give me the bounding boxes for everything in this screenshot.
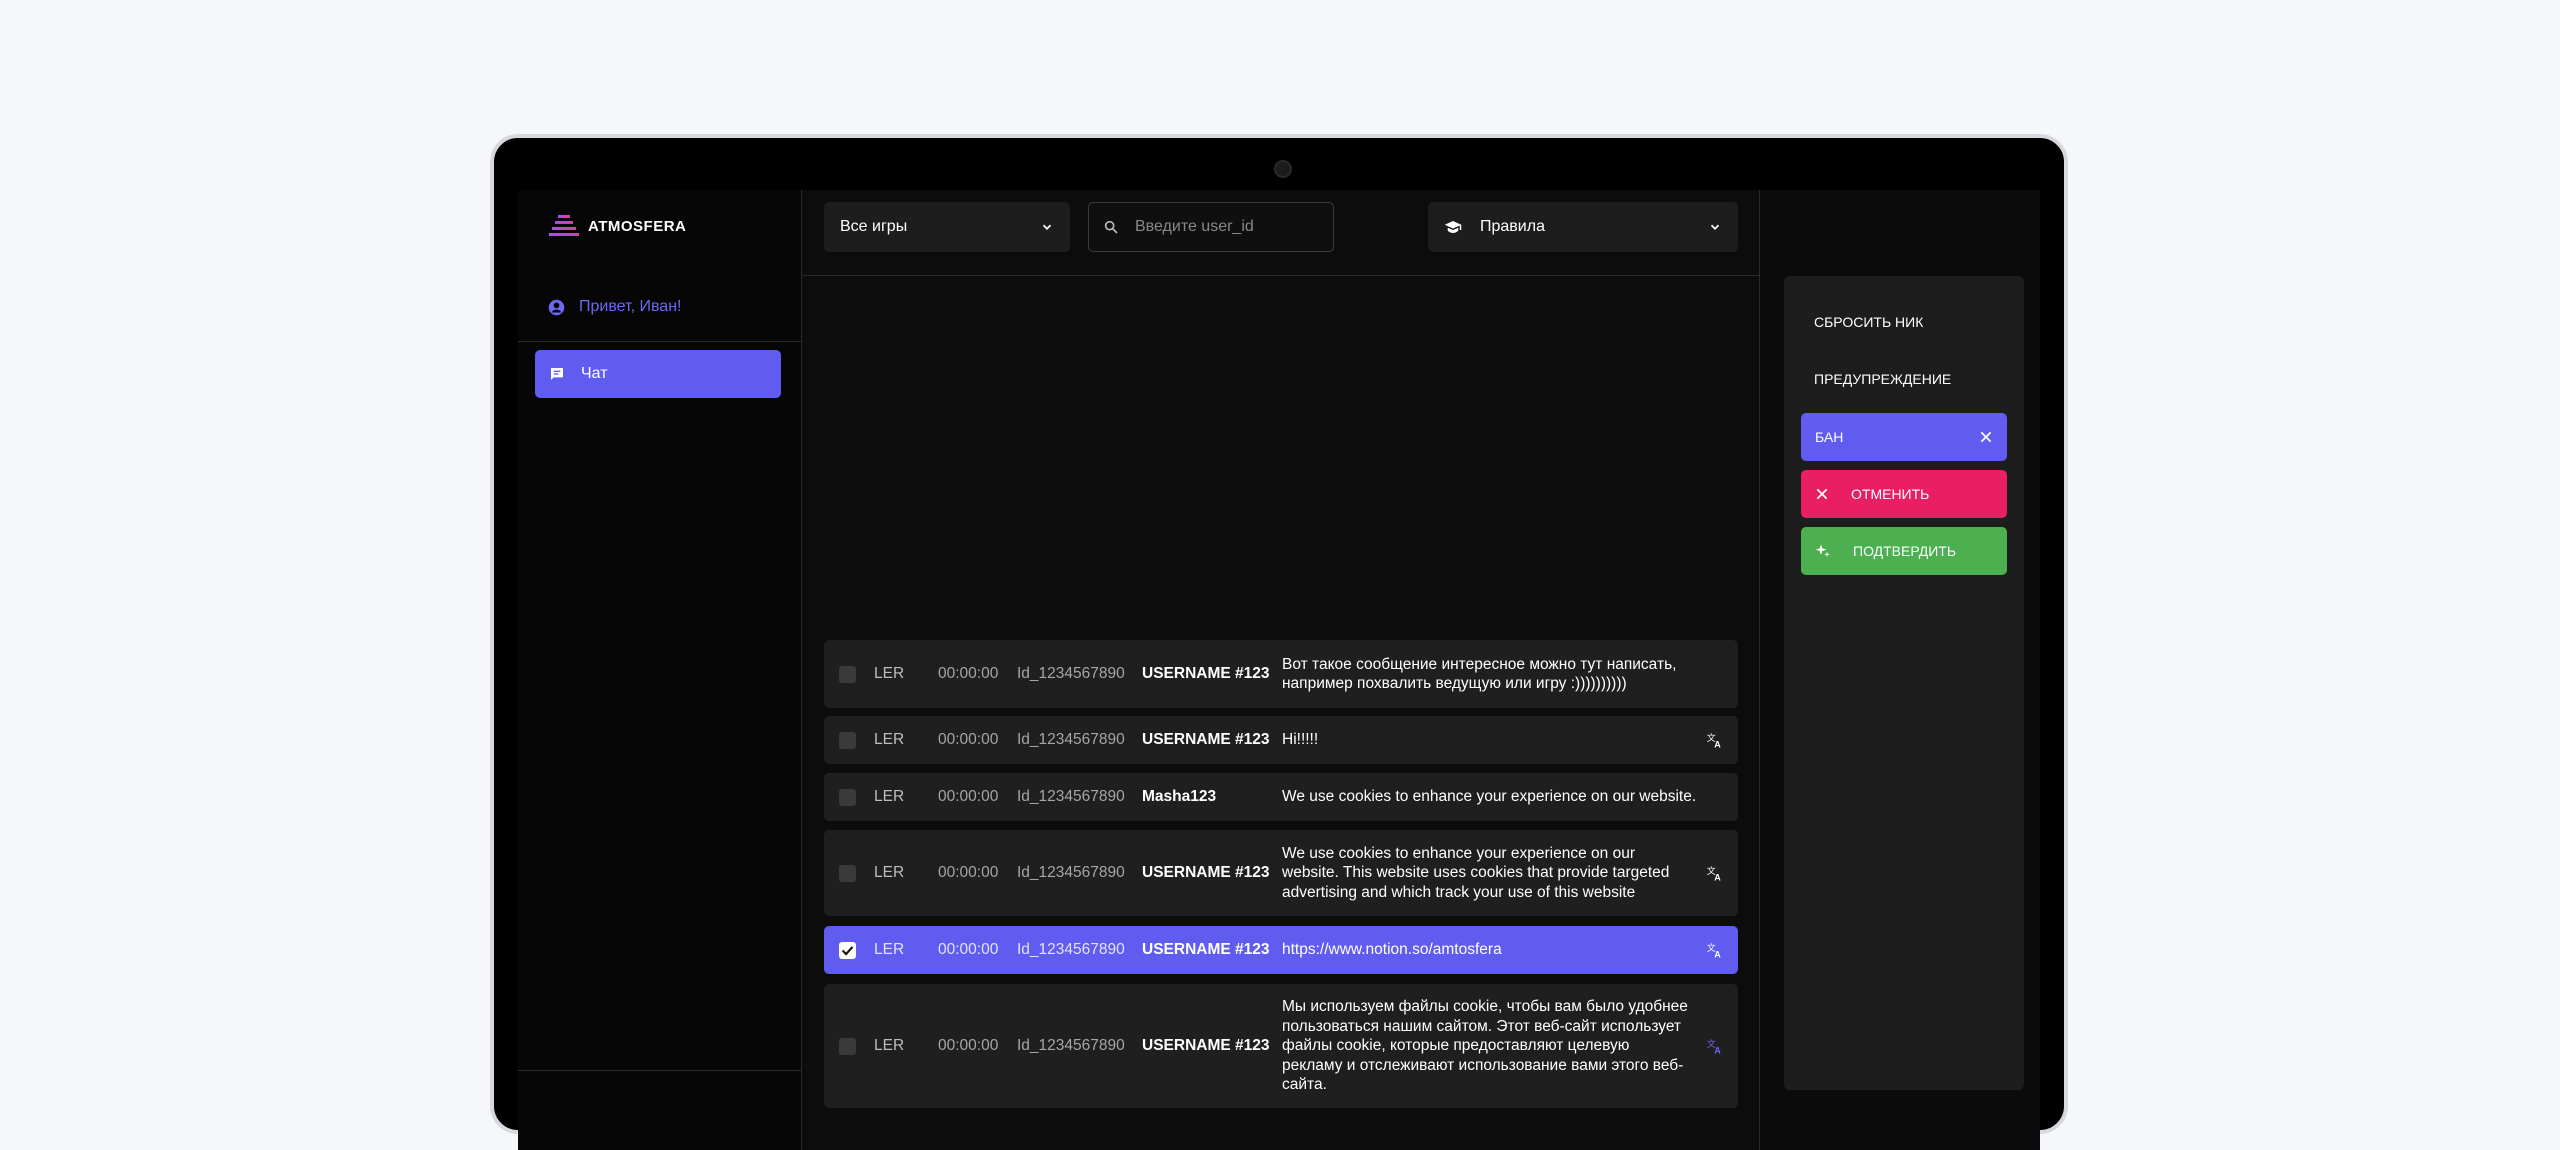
search-icon xyxy=(1104,220,1118,234)
row-checkbox[interactable] xyxy=(839,788,856,806)
games-select[interactable]: Все игры xyxy=(824,202,1070,252)
svg-text:A: A xyxy=(1714,873,1721,883)
translate-icon[interactable]: 文A xyxy=(1704,1035,1726,1057)
chat-main: Все игры Правила LER 00:00:00 Id_12 xyxy=(802,190,1760,1150)
message-user-id: Id_1234567890 xyxy=(1017,864,1125,881)
row-checkbox-checked[interactable] xyxy=(839,941,856,959)
message-time: 00:00:00 xyxy=(938,665,999,682)
reset-nick-action[interactable]: СБРОСИТЬ НИК xyxy=(1814,314,1923,330)
row-checkbox[interactable] xyxy=(839,1037,856,1055)
message-tag: LER xyxy=(874,864,905,881)
close-icon xyxy=(1816,488,1828,500)
row-checkbox[interactable] xyxy=(839,731,856,749)
chat-icon xyxy=(551,368,563,380)
message-user-id: Id_1234567890 xyxy=(1017,731,1125,748)
ban-label: БАН xyxy=(1815,429,1844,445)
confirm-label: ПОДТВЕРДИТЬ xyxy=(1853,543,1957,559)
message-tag: LER xyxy=(874,1037,905,1054)
message-time: 00:00:00 xyxy=(938,864,999,881)
message-row[interactable]: LER 00:00:00 Id_1234567890 USERNAME #123… xyxy=(824,716,1738,764)
sidebar-divider xyxy=(518,341,802,342)
chevron-down-icon xyxy=(1042,224,1052,230)
message-text: Вот такое сообщение интересное можно тут… xyxy=(1282,655,1677,693)
message-user-id: Id_1234567890 xyxy=(1017,941,1125,958)
moderation-panel: СБРОСИТЬ НИК ПРЕДУПРЕЖДЕНИЕ БАН ОТМЕНИТЬ… xyxy=(1784,276,2024,1090)
laptop-frame: ATMOSFERA Привет, Иван! Чат Все игры Вве… xyxy=(490,134,2068,1150)
user-greeting[interactable]: Привет, Иван! xyxy=(548,298,681,316)
games-select-value: Все игры xyxy=(840,218,908,235)
translate-icon[interactable]: 文A xyxy=(1704,729,1726,751)
check-icon xyxy=(841,945,854,956)
ban-button[interactable]: БАН xyxy=(1801,413,2007,461)
message-row[interactable]: LER 00:00:00 Id_1234567890 Masha123 We u… xyxy=(824,773,1738,821)
sidebar: ATMOSFERA Привет, Иван! Чат xyxy=(518,190,802,1150)
svg-text:A: A xyxy=(1714,1046,1721,1056)
message-row[interactable]: LER 00:00:00 Id_1234567890 USERNAME #123… xyxy=(824,984,1738,1108)
message-username[interactable]: USERNAME #123 xyxy=(1142,665,1270,683)
message-row[interactable]: LER 00:00:00 Id_1234567890 USERNAME #123… xyxy=(824,640,1738,708)
translate-icon[interactable]: 文A xyxy=(1704,862,1726,884)
message-text: Hi!!!!! xyxy=(1282,731,1319,749)
message-tag: LER xyxy=(874,665,905,682)
sidebar-bottom-divider xyxy=(518,1070,802,1071)
message-username[interactable]: USERNAME #123 xyxy=(1142,864,1270,882)
message-time: 00:00:00 xyxy=(938,941,999,958)
message-text[interactable]: https://www.notion.so/amtosfera xyxy=(1282,940,1702,960)
message-text: We use cookies to enhance your experienc… xyxy=(1282,844,1670,901)
filter-bar: Все игры Правила xyxy=(802,190,1760,276)
cancel-button[interactable]: ОТМЕНИТЬ xyxy=(1801,470,2007,518)
message-tag: LER xyxy=(874,941,905,958)
message-username[interactable]: USERNAME #123 xyxy=(1142,941,1270,959)
graduation-cap-icon xyxy=(1444,221,1462,233)
message-text: Мы используем файлы cookie, чтобы вам бы… xyxy=(1282,998,1688,1094)
greeting-text: Привет, Иван! xyxy=(579,298,682,315)
sidebar-item-chat[interactable]: Чат xyxy=(535,350,781,398)
logo-text: ATMOSFERA xyxy=(588,217,687,235)
message-text: We use cookies to enhance your experienc… xyxy=(1282,788,1697,806)
message-username[interactable]: Masha123 xyxy=(1142,788,1216,806)
logo[interactable]: ATMOSFERA xyxy=(548,214,686,238)
search-box[interactable] xyxy=(1088,202,1334,252)
message-user-id: Id_1234567890 xyxy=(1017,665,1125,682)
svg-text:A: A xyxy=(1714,950,1721,960)
row-checkbox[interactable] xyxy=(839,665,856,683)
account-circle-icon xyxy=(548,299,565,315)
message-username[interactable]: USERNAME #123 xyxy=(1142,731,1270,749)
app-screen: ATMOSFERA Привет, Иван! Чат Все игры Вве… xyxy=(518,190,2040,1150)
message-tag: LER xyxy=(874,788,905,805)
message-user-id: Id_1234567890 xyxy=(1017,788,1125,805)
chevron-down-icon xyxy=(1710,224,1720,230)
rules-select[interactable]: Правила xyxy=(1428,202,1738,252)
sparkle-icon xyxy=(1815,544,1830,557)
svg-text:A: A xyxy=(1714,740,1721,750)
message-username[interactable]: USERNAME #123 xyxy=(1142,1037,1270,1055)
message-time: 00:00:00 xyxy=(938,1037,999,1054)
row-checkbox[interactable] xyxy=(839,864,856,882)
logo-icon xyxy=(549,215,579,236)
message-user-id: Id_1234567890 xyxy=(1017,1037,1125,1054)
user-id-search-input[interactable] xyxy=(1133,217,1317,237)
sidebar-item-label: Чат xyxy=(581,365,608,382)
confirm-button[interactable]: ПОДТВЕРДИТЬ xyxy=(1801,527,2007,575)
message-tag: LER xyxy=(874,731,905,748)
message-time: 00:00:00 xyxy=(938,788,999,805)
translate-icon[interactable]: 文A xyxy=(1704,939,1726,961)
camera-dot xyxy=(1274,160,1292,178)
rules-select-value: Правила xyxy=(1480,218,1545,235)
cancel-label: ОТМЕНИТЬ xyxy=(1851,486,1930,502)
close-icon[interactable] xyxy=(1979,430,1993,444)
message-row-selected[interactable]: LER 00:00:00 Id_1234567890 USERNAME #123… xyxy=(824,926,1738,974)
message-time: 00:00:00 xyxy=(938,731,999,748)
warning-action[interactable]: ПРЕДУПРЕЖДЕНИЕ xyxy=(1814,371,1951,387)
message-row[interactable]: LER 00:00:00 Id_1234567890 USERNAME #123… xyxy=(824,830,1738,916)
